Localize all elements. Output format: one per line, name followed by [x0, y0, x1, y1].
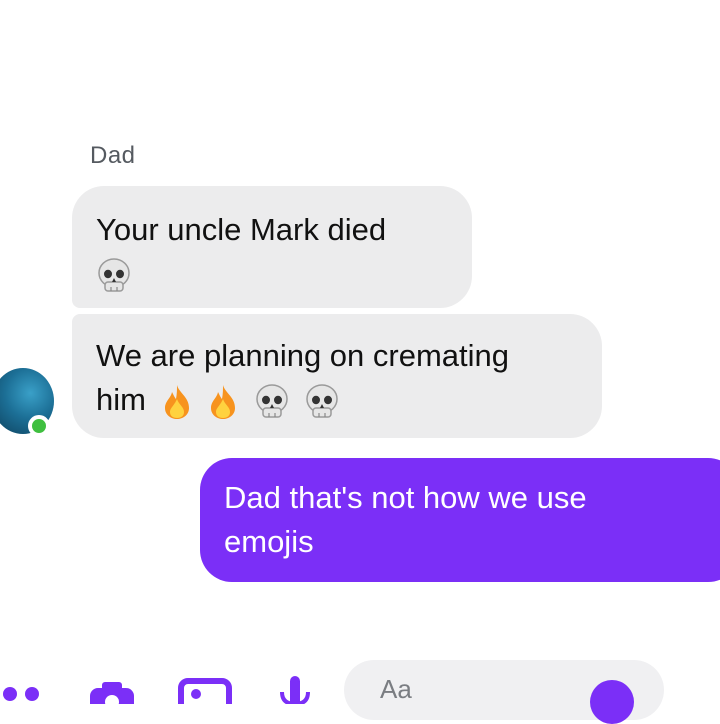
message-bubble-outgoing[interactable]: Dad that's not how we use emojis [200, 458, 720, 582]
skull-emoji-icon [304, 383, 340, 421]
message-bubble-incoming[interactable]: We are planning on cremating him [72, 314, 602, 438]
image-icon[interactable] [178, 678, 232, 724]
composer-toolbar: Aa [0, 660, 720, 724]
fire-emoji-icon [207, 383, 239, 421]
more-icon[interactable] [2, 684, 46, 709]
message-text: Your uncle Mark died [96, 212, 387, 247]
message-bubble-incoming[interactable]: Your uncle Mark died [72, 186, 472, 308]
message-text: him [96, 382, 146, 417]
emoji-icon[interactable] [590, 680, 634, 724]
message-text: Dad that's not how we use [224, 480, 587, 515]
camera-icon[interactable] [88, 680, 136, 718]
sender-name: Dad [90, 142, 136, 169]
mic-icon[interactable] [280, 674, 310, 710]
message-input-placeholder: Aa [380, 674, 412, 704]
message-text: We are planning on cremating [96, 338, 510, 373]
message-input[interactable]: Aa [344, 660, 664, 724]
online-status-dot [28, 415, 50, 437]
skull-emoji-icon [254, 383, 290, 421]
message-text: emojis [224, 524, 314, 559]
fire-emoji-icon [161, 383, 193, 421]
skull-emoji-icon [96, 257, 132, 295]
